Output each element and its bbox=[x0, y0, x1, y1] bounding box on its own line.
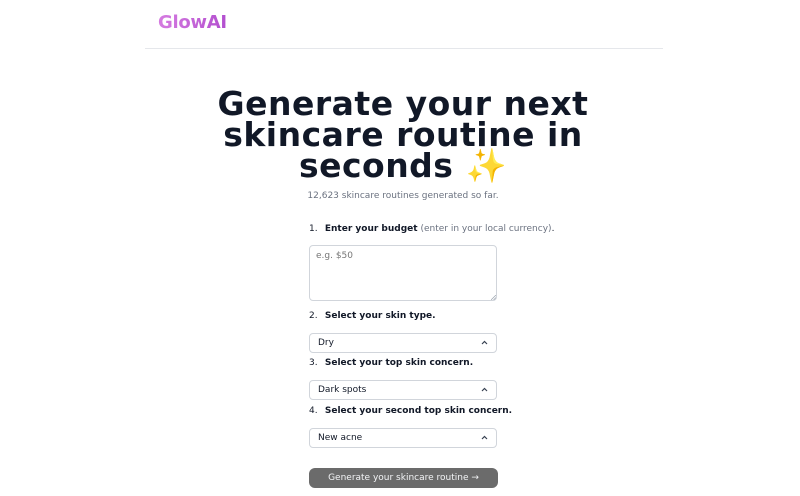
brand-logo[interactable]: GlowAI bbox=[158, 12, 227, 33]
hero-line-3: seconds ✨ bbox=[298, 146, 508, 185]
top-concern-value: Dark spots bbox=[318, 385, 367, 395]
resize-grip-icon[interactable] bbox=[491, 295, 496, 300]
second-concern-select[interactable]: New acne bbox=[309, 428, 497, 448]
generate-routine-button[interactable]: Generate your skincare routine → bbox=[309, 468, 498, 488]
skin-type-value: Dry bbox=[318, 338, 334, 348]
step-skin-type-label: 2. Select your skin type. bbox=[309, 311, 436, 321]
routines-counter: 12,623 skincare routines generated so fa… bbox=[307, 191, 499, 201]
budget-input[interactable] bbox=[309, 245, 497, 301]
skin-type-select[interactable]: Dry bbox=[309, 333, 497, 353]
chevron-up-icon bbox=[481, 435, 488, 440]
chevron-up-icon bbox=[481, 387, 488, 392]
step-top-concern-label: 3. Select your top skin concern. bbox=[309, 358, 474, 368]
hero-heading: Generate your next skincare routine in s… bbox=[200, 87, 606, 185]
top-concern-select[interactable]: Dark spots bbox=[309, 380, 497, 400]
step-budget-label: 1. Enter your budget (enter in your loca… bbox=[309, 224, 555, 234]
second-concern-value: New acne bbox=[318, 433, 363, 443]
chevron-up-icon bbox=[481, 340, 488, 345]
site-header: GlowAI bbox=[145, 0, 663, 49]
step-second-concern-label: 4. Select your second top skin concern. bbox=[309, 406, 513, 416]
sparkles-icon: ✨ bbox=[465, 146, 508, 185]
budget-hint: (enter in your local currency) bbox=[420, 224, 552, 234]
